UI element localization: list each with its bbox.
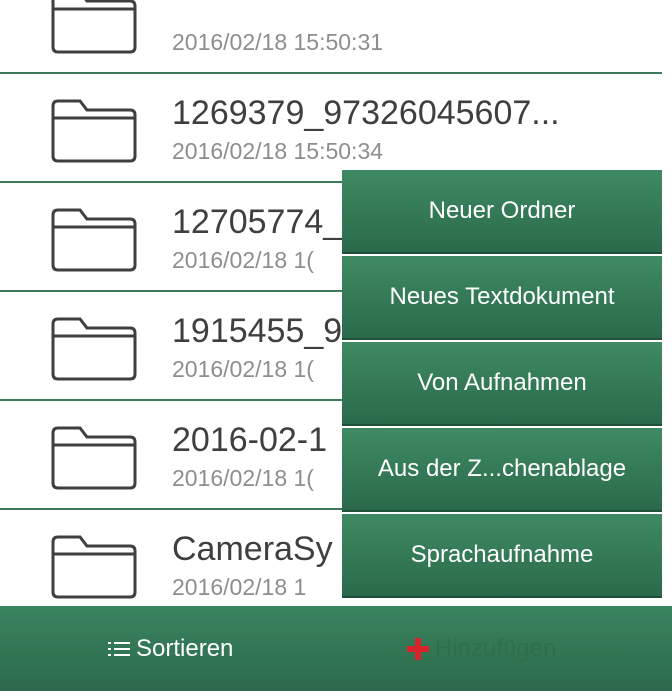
file-date: 2016/02/18 1 [172,574,307,600]
folder-icon [50,316,138,382]
file-date: 2016/02/18 1( [172,356,314,382]
file-row[interactable]: 2016/02/18 15:50:31 [0,0,672,74]
plus-icon [407,637,429,660]
add-button[interactable]: Hinzufügen [407,606,556,691]
file-date: 2016/02/18 1( [172,465,314,491]
menu-item-voice-recording[interactable]: Sprachaufnahme [342,514,662,598]
file-date: 2016/02/18 15:50:31 [172,29,384,55]
folder-icon [50,0,138,55]
menu-item-new-folder[interactable]: Neuer Ordner [342,170,662,254]
bottom-toolbar: Sortieren Hinzufügen [0,606,672,691]
folder-icon [50,534,138,600]
file-name: CameraSy [172,530,333,568]
file-date: 2016/02/18 15:50:34 [172,138,384,164]
file-name: 2016-02-1 [172,421,328,459]
menu-item-from-recordings[interactable]: Von Aufnahmen [342,342,662,426]
file-row[interactable]: 1269379_97326045607... 2016/02/18 15:50:… [0,74,672,183]
folder-icon [50,425,138,491]
menu-item-from-clipboard[interactable]: Aus der Z...chenablage [342,428,662,512]
file-name: 12705774_ [172,203,343,241]
file-name: 1915455_9 [172,312,343,350]
add-label: Hinzufügen [435,634,557,662]
list-icon [108,641,130,657]
menu-item-new-text-document[interactable]: Neues Textdokument [342,256,662,340]
sort-button[interactable]: Sortieren [108,606,233,691]
folder-icon [50,207,138,273]
file-date: 2016/02/18 1( [172,247,314,273]
file-name: 1269379_97326045607... [172,94,560,132]
folder-icon [50,98,138,164]
sort-label: Sortieren [136,634,234,662]
